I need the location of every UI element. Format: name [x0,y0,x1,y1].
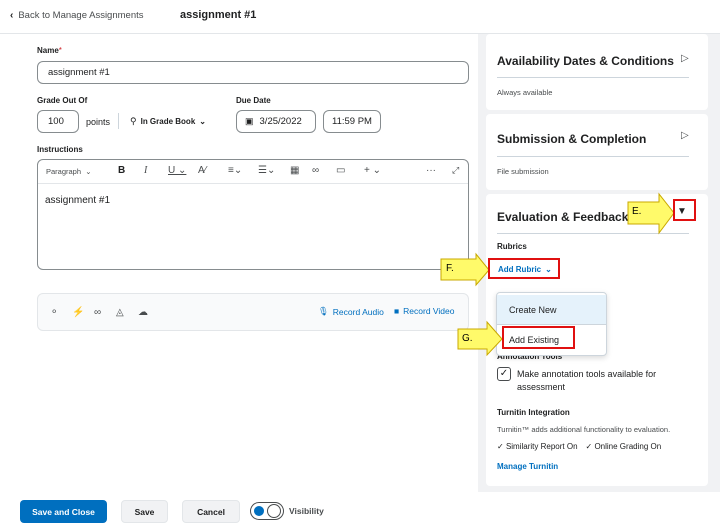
onedrive-icon[interactable]: ☁ [138,307,148,318]
check-icon: ✓ [585,442,593,451]
instructions-label: Instructions [37,145,83,154]
visibility-toggle[interactable] [250,502,284,520]
callout-g-label: G. [462,333,473,344]
save-button[interactable]: Save [121,500,168,523]
calendar-icon: ▣ [245,116,254,126]
toggle-on-indicator [254,506,264,516]
divider [497,156,689,157]
online-grading-status: ✓ Online Grading On [585,442,662,451]
back-link[interactable]: ‹ Back to Manage Assignments [10,10,144,21]
back-link-label: Back to Manage Assignments [18,10,144,21]
check-icon: ✓ [497,442,504,451]
editor-toolbar: Paragraph ⌄ B I U ⌄ A⁄ ≡⌄ ☰⌄ ▦ ∞ ▭ + ⌄ ·… [38,160,468,184]
insert-more-icon[interactable]: + ⌄ [364,165,381,176]
due-time-input[interactable]: 11:59 PM [323,110,381,133]
callout-f-label: F. [446,263,454,274]
bold-button[interactable]: B [118,165,125,176]
record-video-button[interactable]: ■ Record Video [394,306,455,316]
similarity-status: ✓ Similarity Report On [497,442,578,451]
divider [497,77,689,78]
evaluation-title[interactable]: Evaluation & Feedback [497,210,628,224]
triangle-right-icon[interactable]: ▷ [681,53,689,64]
record-audio-button[interactable]: 🎙 Record Audio [318,306,384,317]
highlight-e [673,199,696,221]
editor-content: assignment #1 [45,195,111,206]
gradebook-dropdown[interactable]: ⚲ In Grade Book ⌄ [130,116,206,127]
submission-card: Submission & Completion ▷ File submissio… [486,114,708,190]
name-input[interactable]: assignment #1 [37,61,469,84]
underline-button[interactable]: U ⌄ [168,165,186,176]
turnitin-desc: Turnitin™ adds additional functionality … [497,425,671,434]
submission-sub: File submission [497,167,549,176]
menu-item-create-new[interactable]: Create New [497,295,606,325]
availability-title[interactable]: Availability Dates & Conditions [497,54,674,68]
due-date-label: Due Date [236,96,271,105]
align-icon[interactable]: ≡⌄ [228,165,242,176]
image-icon[interactable]: ▭ [336,165,345,176]
due-date-value: 3/25/2022 [259,116,302,127]
annotation-checkbox-label: Make annotation tools available for asse… [517,369,657,392]
availability-sub: Always available [497,88,553,97]
name-label: Name* [37,46,62,55]
chevron-down-icon: ⌄ [199,117,206,126]
submission-title[interactable]: Submission & Completion [497,132,646,146]
list-icon[interactable]: ☰⌄ [258,165,275,176]
google-drive-icon[interactable]: ◬ [116,307,124,318]
pin-icon: ⚲ [130,116,137,126]
video-icon: ■ [394,306,400,316]
rubrics-label: Rubrics [497,242,527,251]
annotation-checkbox[interactable]: ✓ [497,367,511,381]
toggle-knob [267,504,281,518]
fullscreen-icon[interactable]: ⤢ [452,165,459,176]
points-label: points [86,117,111,127]
record-audio-label: Record Audio [332,306,384,317]
due-date-input[interactable]: ▣ 3/25/2022 [236,110,316,133]
text-style-icon[interactable]: A⁄ [198,165,206,176]
callout-e-label: E. [632,206,642,217]
page-title: assignment #1 [180,9,257,21]
record-video-label: Record Video [403,306,455,316]
highlight-f [488,258,560,279]
paragraph-select[interactable]: Paragraph ⌄ [46,167,91,176]
insert-stuff-icon[interactable]: ▦ [290,165,299,176]
italic-button[interactable]: I [144,165,147,176]
link-icon[interactable]: ∞ [94,307,101,318]
turnitin-label: Turnitin Integration [497,408,570,417]
turnitin-status: ✓ Similarity Report On ✓ Online Grading … [497,442,661,451]
quicklink-icon[interactable]: ⚡ [72,307,84,318]
triangle-right-icon[interactable]: ▷ [681,130,689,141]
save-and-close-button[interactable]: Save and Close [20,500,107,523]
upload-icon[interactable]: ⚬ [50,307,58,318]
manage-turnitin-link[interactable]: Manage Turnitin [497,462,558,471]
more-icon[interactable]: ··· [426,165,436,176]
highlight-g [502,326,575,349]
divider [118,113,119,129]
link-icon[interactable]: ∞ [312,165,319,176]
gradebook-label: In Grade Book [140,117,196,126]
grade-input[interactable]: 100 [37,110,79,133]
attachments-bar: ⚬ ⚡ ∞ ◬ ☁ 🎙 Record Audio ■ Record Video [37,293,469,331]
visibility-label: Visibility [289,506,324,516]
availability-card: Availability Dates & Conditions ▷ Always… [486,34,708,110]
grade-label: Grade Out Of [37,96,88,105]
cancel-button[interactable]: Cancel [182,500,240,523]
chevron-left-icon: ‹ [10,10,14,21]
microphone-icon: 🎙 [318,306,329,316]
